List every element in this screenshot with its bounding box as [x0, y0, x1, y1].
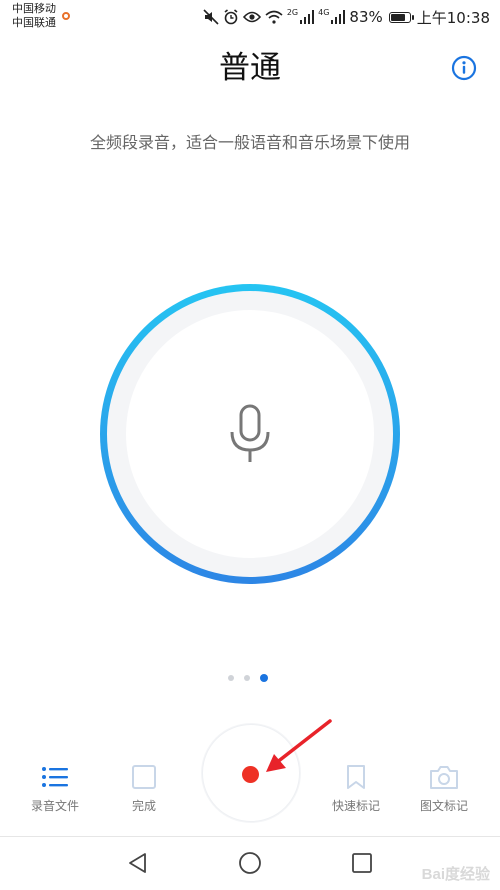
- back-triangle-icon: [129, 853, 146, 873]
- info-icon: [451, 55, 477, 81]
- watermark: Bai度经验: [421, 866, 490, 883]
- home-button[interactable]: [238, 851, 262, 879]
- page-dot[interactable]: [244, 675, 250, 681]
- mute-icon: [203, 9, 219, 25]
- navigation-bar: Bai度经验: [0, 836, 500, 890]
- photo-mark-button[interactable]: 图文标记: [399, 762, 489, 814]
- record-dot-icon: [242, 766, 259, 783]
- list-icon: [42, 767, 68, 787]
- status-bar: 中国移动 中国联通 2G 4G 83% 上午10:38: [0, 0, 500, 34]
- microphone-icon: [230, 404, 270, 462]
- stop-square-icon: [132, 765, 156, 789]
- recents-square-icon: [352, 853, 372, 873]
- page-indicator: [228, 674, 268, 682]
- network-tag-1: 2G: [286, 8, 299, 17]
- carrier-info: 中国移动 中国联通: [12, 2, 56, 30]
- signal-icon-2: [331, 10, 346, 24]
- bookmark-icon: [347, 765, 365, 789]
- home-circle-icon: [239, 852, 261, 874]
- status-icons: 2G 4G 83% 上午10:38: [203, 8, 490, 27]
- quick-mark-label: 快速标记: [331, 799, 380, 813]
- recordings-label: 录音文件: [30, 799, 79, 813]
- page-title: 普通: [219, 50, 281, 86]
- done-button[interactable]: 完成: [99, 762, 189, 814]
- carrier-name-1: 中国移动: [12, 2, 56, 15]
- alarm-icon: [223, 9, 239, 25]
- photo-mark-label: 图文标记: [419, 799, 468, 813]
- recordings-button[interactable]: 录音文件: [10, 762, 100, 814]
- signal-icon: [300, 10, 315, 24]
- battery-percent: 83%: [349, 8, 383, 26]
- page-dot-active[interactable]: [260, 674, 268, 682]
- quick-mark-button[interactable]: 快速标记: [311, 762, 401, 814]
- done-label: 完成: [131, 799, 156, 813]
- mode-description: 全频段录音，适合一般语音和音乐场景下使用: [89, 133, 410, 152]
- time: 上午10:38: [416, 8, 490, 27]
- wifi-icon: [265, 10, 283, 24]
- recents-button[interactable]: [350, 851, 374, 879]
- battery-fill: [390, 13, 405, 21]
- carrier-status-icon: [62, 12, 70, 20]
- eye-icon: [242, 10, 261, 24]
- network-tag-2: 4G: [318, 8, 330, 17]
- info-button[interactable]: [451, 55, 477, 81]
- page-dot[interactable]: [228, 675, 234, 681]
- camera-icon: [430, 766, 458, 789]
- battery-icon: [388, 11, 414, 23]
- back-button[interactable]: [126, 851, 150, 879]
- carrier-name-2: 中国联通: [12, 16, 56, 29]
- microphone-circle[interactable]: [100, 284, 400, 584]
